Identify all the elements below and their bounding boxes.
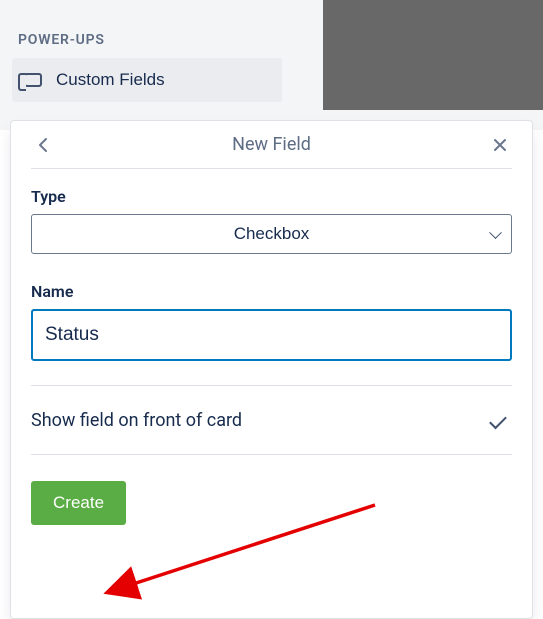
popover-title: New Field xyxy=(232,134,311,155)
close-icon xyxy=(493,138,507,152)
check-icon xyxy=(489,411,507,429)
create-button-label: Create xyxy=(53,493,104,512)
new-field-popover: New Field Type Checkbox Name Show field … xyxy=(10,120,533,619)
custom-fields-icon xyxy=(24,73,42,87)
show-on-front-label: Show field on front of card xyxy=(31,410,242,431)
custom-fields-label: Custom Fields xyxy=(56,70,165,90)
popover-header: New Field xyxy=(31,121,512,169)
custom-fields-powerup-button[interactable]: Custom Fields xyxy=(12,58,282,102)
type-select[interactable]: Checkbox xyxy=(31,214,512,254)
name-label: Name xyxy=(31,282,512,301)
name-input[interactable] xyxy=(31,309,512,361)
back-button[interactable] xyxy=(31,133,55,157)
type-select-wrap: Checkbox xyxy=(31,214,512,254)
chevron-left-icon xyxy=(38,137,48,153)
divider-2 xyxy=(31,454,512,455)
type-label: Type xyxy=(31,187,512,206)
powerups-section-label: POWER-UPS xyxy=(18,32,105,48)
close-button[interactable] xyxy=(488,133,512,157)
type-select-value: Checkbox xyxy=(234,224,310,243)
show-on-front-toggle[interactable]: Show field on front of card xyxy=(31,386,512,454)
board-background xyxy=(323,0,543,110)
create-button[interactable]: Create xyxy=(31,481,126,525)
